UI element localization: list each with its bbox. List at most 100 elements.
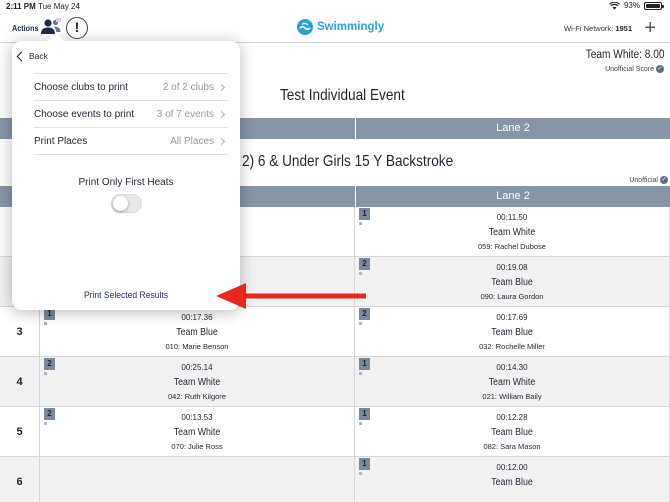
result-cell[interactable]: 2 00:19.08 Team Blue 090: Laura Gordon — [355, 257, 670, 306]
battery-icon — [644, 1, 664, 10]
swimmer-name: 082: Sara Mason — [483, 442, 541, 451]
result-cell[interactable]: 2 00:17.69 Team Blue 032: Rochelle Miller — [355, 307, 670, 356]
alert-icon[interactable]: ! — [66, 17, 88, 39]
unofficial-score-badge: Unofficial Score ✓ — [605, 65, 664, 73]
table-row: 3 1 00:17.36 Team Blue 010: Marie Benson 2 00:… — [0, 307, 670, 357]
toggle-knob — [113, 196, 128, 211]
status-dot-icon — [359, 372, 362, 375]
wifi-icon — [609, 1, 620, 10]
unofficial-score-text: Unofficial Score — [605, 65, 654, 73]
check-icon: ✓ — [660, 176, 668, 184]
heat-lane-2-header: Lane 2 — [355, 186, 670, 207]
result-cell[interactable]: 1 00:11.50 Team White 059: Rachel Dubose — [355, 207, 670, 256]
lane-number: 3 — [16, 325, 23, 338]
swimmer-name: 059: Rachel Dubose — [478, 242, 546, 251]
team-name: Team Blue — [491, 277, 533, 288]
battery-percent: 93% — [623, 1, 640, 10]
swimmer-name: 010: Marie Benson — [165, 342, 229, 351]
annotation-arrow-icon — [216, 283, 366, 309]
back-button[interactable]: Back — [16, 51, 48, 61]
plus-icon[interactable]: + — [644, 18, 656, 38]
lane-number: 4 — [16, 375, 23, 388]
result-cell[interactable]: 1 00:12.00 Team Blue — [355, 457, 670, 502]
status-dot-icon — [359, 222, 362, 225]
menu-item-label: Print Places — [34, 136, 88, 147]
status-dot-icon — [44, 372, 47, 375]
team-name: Team White — [488, 227, 536, 238]
swim-time: 00:25.14 — [181, 363, 213, 372]
event-title: Test Individual Event — [280, 87, 405, 104]
menu-item-label: Choose clubs to print — [34, 82, 128, 93]
swim-time: 00:17.36 — [181, 313, 213, 322]
lane-number-cell: 3 — [0, 307, 40, 356]
status-dot-icon — [359, 322, 362, 325]
swim-time: 00:12.28 — [496, 413, 528, 422]
swim-time: 00:14.30 — [496, 363, 528, 372]
menu-item-value: 3 of 7 events — [156, 109, 214, 120]
result-cell[interactable]: 1 00:14.30 Team White 021: William Baily — [355, 357, 670, 406]
status-bar: 2:11 PM Tue May 24 93% — [0, 0, 670, 13]
logo-text: Swimmingly — [317, 21, 385, 33]
status-date: Tue May 24 — [38, 2, 80, 11]
check-icon: ✓ — [656, 65, 664, 73]
print-selected-results-button[interactable]: Print Selected Results — [23, 290, 228, 301]
result-cell[interactable]: 1 00:17.36 Team Blue 010: Marie Benson — [40, 307, 355, 356]
logo-mark-icon — [297, 19, 313, 35]
actions-button[interactable]: Actions — [12, 23, 38, 33]
first-heats-toggle[interactable] — [111, 194, 142, 213]
swimmingly-logo: Swimmingly — [297, 19, 384, 35]
menu-item-choose-events[interactable]: Choose events to print 3 of 7 events — [34, 101, 228, 128]
table-row: 6 1 00:12.00 Team Blue — [0, 457, 670, 502]
swimmer-name: 070: Julie Ross — [171, 442, 223, 451]
lane-number: 5 — [16, 425, 23, 438]
team-score: Team White: 8.00 — [585, 49, 664, 61]
wifi-network-key: Wi-Fi Network: — [564, 24, 614, 33]
menu-item-label: Choose events to print — [34, 109, 135, 120]
status-dot-icon — [44, 322, 47, 325]
swim-time: 00:13.53 — [181, 413, 213, 422]
status-dot-icon — [359, 472, 362, 475]
lane-number-cell: 4 — [0, 357, 40, 406]
swimmer-name: 042: Ruth Kilgore — [168, 392, 226, 401]
wifi-network-label: Wi-Fi Network: 1951 — [564, 24, 632, 33]
result-cell — [40, 457, 355, 502]
first-heats-label: Print Only First Heats — [78, 177, 174, 188]
team-name: Team Blue — [176, 327, 218, 338]
chevron-right-icon — [217, 110, 226, 119]
users-icon[interactable] — [40, 18, 62, 36]
menu-item-value: 2 of 2 clubs — [162, 82, 214, 93]
team-name: Team Blue — [491, 427, 533, 438]
status-dot-icon — [359, 272, 362, 275]
heat-status-text: Unofficial — [629, 176, 658, 184]
lane-2-header: Lane 2 — [355, 118, 670, 139]
swim-time: 00:17.69 — [496, 313, 528, 322]
menu-item-value: All Places — [170, 136, 214, 147]
back-label: Back — [29, 51, 48, 61]
result-cell[interactable]: 2 00:25.14 Team White 042: Ruth Kilgore — [40, 357, 355, 406]
chevron-right-icon — [217, 83, 226, 92]
menu-item-print-places[interactable]: Print Places All Places — [34, 128, 228, 155]
status-dot-icon — [44, 422, 47, 425]
team-name: Team Blue — [491, 477, 533, 488]
lane-number-cell: 5 — [0, 407, 40, 456]
table-row: 4 2 00:25.14 Team White 042: Ruth Kilgore 1 00… — [0, 357, 670, 407]
result-cell[interactable]: 2 00:13.53 Team White 070: Julie Ross — [40, 407, 355, 456]
team-name: Team White — [488, 377, 536, 388]
status-dot-icon — [359, 422, 362, 425]
result-cell[interactable]: 1 00:12.28 Team Blue 082: Sara Mason — [355, 407, 670, 456]
team-name: Team White — [173, 377, 221, 388]
print-options-popover: Back Choose clubs to print 2 of 2 clubs … — [12, 41, 240, 310]
chevron-left-icon — [16, 51, 27, 61]
swim-time: 00:19.08 — [496, 263, 528, 272]
swim-time: 00:12.00 — [496, 463, 528, 472]
lane-number: 6 — [16, 475, 23, 488]
menu-item-choose-clubs[interactable]: Choose clubs to print 2 of 2 clubs — [34, 74, 228, 101]
swimmer-name: 021: William Baily — [482, 392, 542, 401]
lane-number-cell: 6 — [0, 457, 40, 502]
status-right: 93% — [609, 1, 664, 10]
team-name: Team White — [173, 427, 221, 438]
status-time: 2:11 PM — [6, 2, 36, 11]
print-options-menu: Choose clubs to print 2 of 2 clubs Choos… — [34, 73, 228, 155]
table-row: 5 2 00:13.53 Team White 070: Julie Ross 1 00:1… — [0, 407, 670, 457]
swimmer-name: 032: Rochelle Miller — [479, 342, 545, 351]
